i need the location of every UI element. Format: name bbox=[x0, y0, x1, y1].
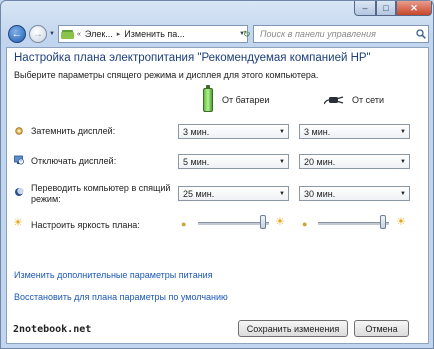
sleep-plugged-select[interactable]: 30 мин. ▼ bbox=[299, 186, 410, 201]
dim-sun-icon: ● bbox=[181, 219, 187, 229]
select-value: 30 мин. bbox=[304, 188, 336, 199]
cancel-button[interactable]: Отмена bbox=[354, 320, 409, 337]
slider-track bbox=[318, 222, 389, 225]
chevron-down-icon: ▼ bbox=[279, 158, 285, 165]
battery-icon bbox=[203, 85, 213, 112]
bright-sun-icon: ☀ bbox=[396, 216, 406, 228]
column-header-battery: От батареи bbox=[203, 85, 270, 112]
chevron-down-icon: ▼ bbox=[279, 128, 285, 135]
search-input[interactable]: Поиск в панели управления bbox=[260, 29, 414, 39]
save-changes-button[interactable]: Сохранить изменения bbox=[238, 320, 348, 337]
column-header-plugged: От сети bbox=[324, 94, 384, 106]
watermark-brand: 2notebook.net bbox=[13, 324, 92, 335]
dim-sun-icon: ● bbox=[302, 219, 308, 229]
window-frame: – □ ✕ ← → ▼ « Элек... ▸ Изменить па... ▼… bbox=[0, 0, 434, 349]
maximize-button[interactable]: □ bbox=[376, 1, 396, 16]
column-label: От батареи bbox=[222, 95, 270, 105]
row-label-display-off: Отключать дисплей: bbox=[31, 156, 117, 166]
minimize-button[interactable]: – bbox=[354, 1, 376, 16]
content-panel: Настройка плана электропитания "Рекоменд… bbox=[6, 47, 429, 344]
page-title: Настройка плана электропитания "Рекоменд… bbox=[14, 52, 371, 64]
slider-thumb[interactable] bbox=[380, 215, 386, 229]
display-off-plugged-select[interactable]: 20 мин. ▼ bbox=[299, 154, 410, 169]
moon-icon bbox=[15, 187, 24, 196]
sun-icon: ☀ bbox=[13, 217, 23, 229]
power-plug-icon bbox=[324, 96, 344, 105]
chevron-down-icon: ▼ bbox=[400, 158, 406, 165]
arrow-left-icon: ← bbox=[11, 28, 23, 40]
chevron-down-icon: ▼ bbox=[400, 128, 406, 135]
dim-battery-select[interactable]: 3 мин. ▼ bbox=[178, 124, 289, 139]
sleep-battery-select[interactable]: 25 мин. ▼ bbox=[178, 186, 289, 201]
brightness-plugged-slider[interactable] bbox=[318, 215, 389, 231]
refresh-icon: ↻ bbox=[243, 28, 251, 39]
slider-thumb[interactable] bbox=[260, 215, 266, 229]
control-panel-icon bbox=[61, 30, 74, 39]
row-label-dim: Затемнить дисплей: bbox=[31, 126, 116, 136]
select-value: 5 мин. bbox=[183, 156, 210, 167]
select-value: 3 мин. bbox=[304, 126, 331, 137]
breadcrumb-segment[interactable]: Элек... bbox=[85, 29, 113, 39]
address-bar[interactable]: « Элек... ▸ Изменить па... ▼ bbox=[58, 25, 248, 43]
select-value: 3 мин. bbox=[183, 126, 210, 137]
select-value: 25 мин. bbox=[183, 188, 215, 199]
magnifier-icon[interactable] bbox=[414, 29, 428, 39]
arrow-right-icon: → bbox=[33, 28, 43, 40]
row-label-sleep: Переводить компьютер в спящий режим: bbox=[31, 183, 171, 204]
display-off-battery-select[interactable]: 5 мин. ▼ bbox=[178, 154, 289, 169]
breadcrumb-segment[interactable]: Изменить па... bbox=[124, 29, 184, 39]
column-label: От сети bbox=[352, 95, 384, 105]
restore-defaults-link[interactable]: Восстановить для плана параметры по умол… bbox=[14, 292, 228, 302]
page-subtitle: Выберите параметры спящего режима и дисп… bbox=[14, 70, 319, 80]
advanced-settings-link[interactable]: Изменить дополнительные параметры питани… bbox=[14, 270, 213, 280]
dim-sun-icon bbox=[15, 127, 23, 135]
forward-button[interactable]: → bbox=[29, 25, 47, 43]
select-value: 20 мин. bbox=[304, 156, 336, 167]
bright-sun-icon: ☀ bbox=[275, 216, 285, 228]
breadcrumb-overflow[interactable]: « bbox=[77, 31, 81, 38]
back-button[interactable]: ← bbox=[8, 25, 26, 43]
chevron-down-icon: ▼ bbox=[279, 190, 285, 197]
monitor-clock-icon bbox=[14, 155, 24, 165]
dim-plugged-select[interactable]: 3 мин. ▼ bbox=[299, 124, 410, 139]
chevron-down-icon: ▼ bbox=[400, 190, 406, 197]
slider-track bbox=[198, 222, 269, 225]
close-button[interactable]: ✕ bbox=[396, 1, 432, 16]
row-label-brightness: Настроить яркость плана: bbox=[31, 220, 140, 230]
search-box[interactable]: Поиск в панели управления bbox=[253, 25, 429, 43]
breadcrumb-chevron-icon: ▸ bbox=[116, 31, 121, 38]
recent-pages-dropdown[interactable]: ▼ bbox=[49, 31, 55, 37]
brightness-battery-slider[interactable] bbox=[198, 215, 269, 231]
